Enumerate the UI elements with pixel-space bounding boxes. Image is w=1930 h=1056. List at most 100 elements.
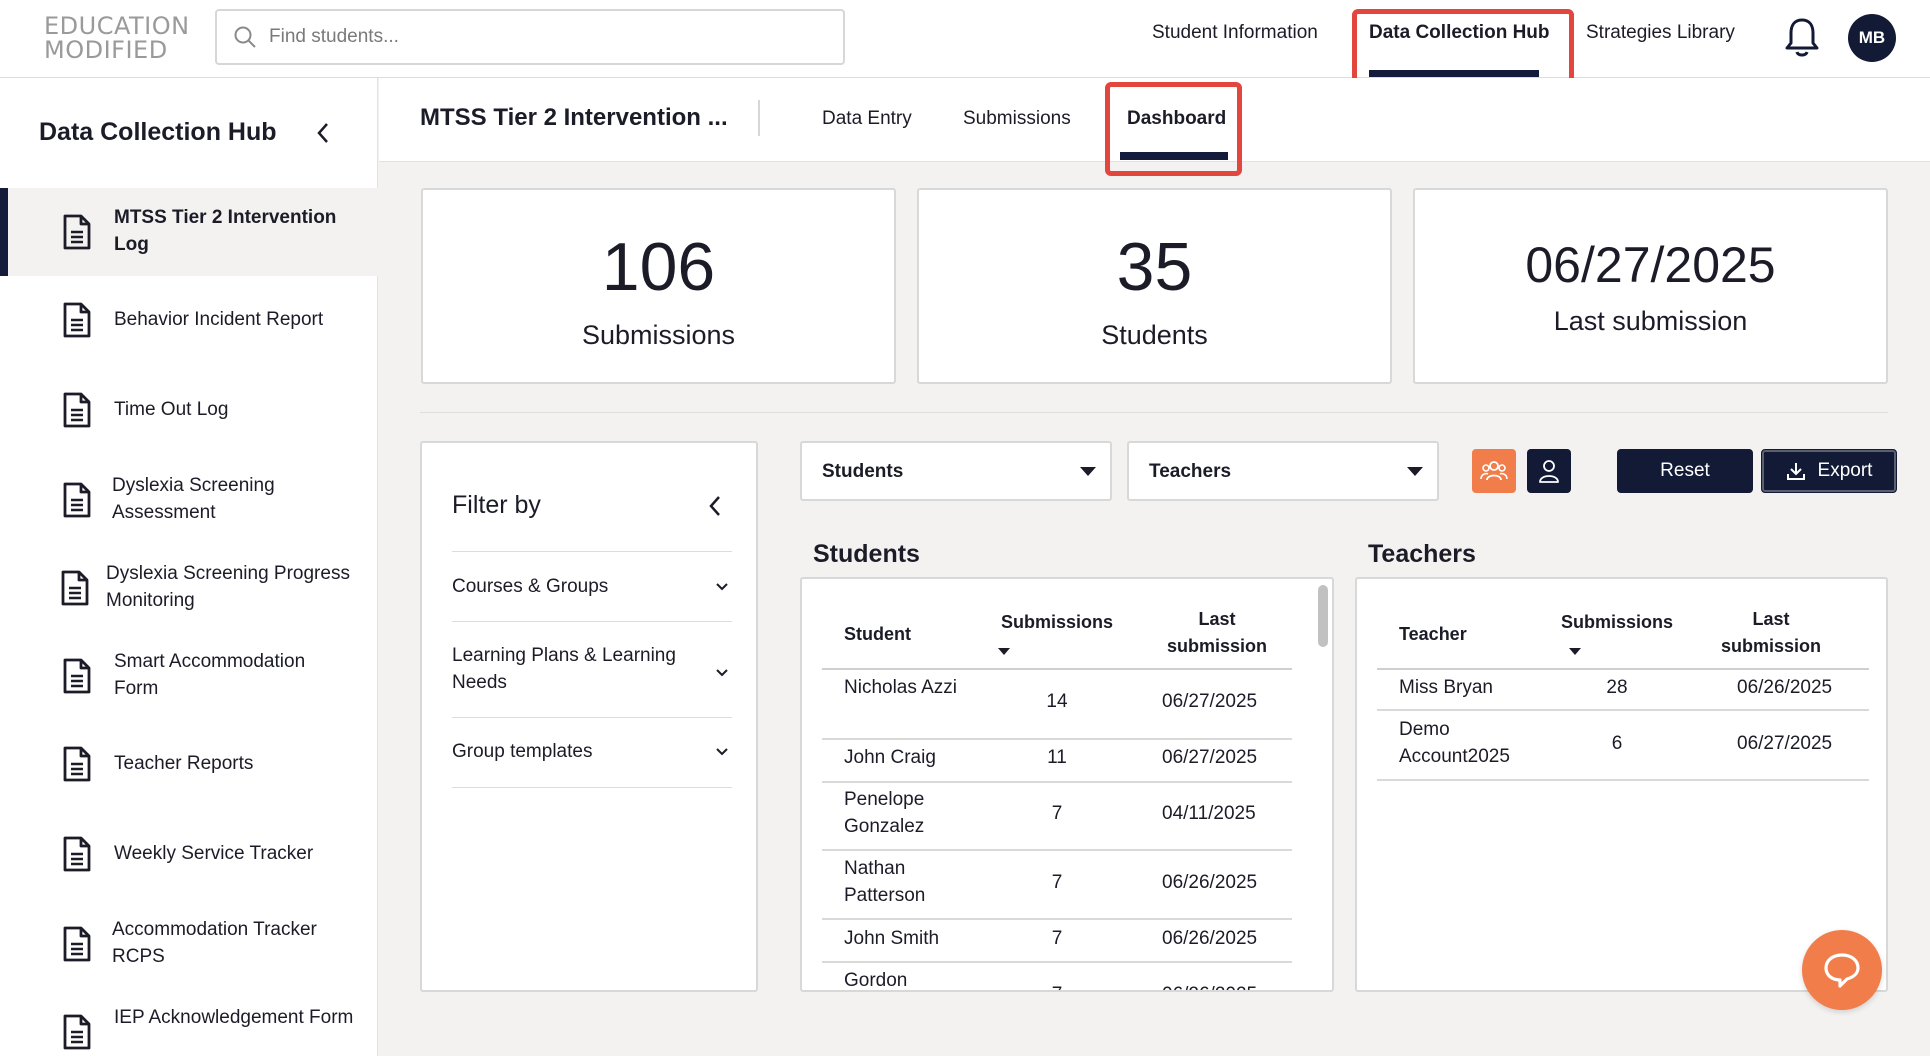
sort-caret-icon bbox=[998, 643, 1010, 661]
stat-card-submissions: 106 Submissions bbox=[421, 188, 896, 384]
teacher-name: Demo Account2025 bbox=[1399, 719, 1510, 767]
sidebar-item-smart-accommodation-form[interactable]: Smart Accommodation Form bbox=[0, 628, 378, 716]
export-button[interactable]: Export bbox=[1761, 449, 1897, 493]
tab-dashboard[interactable]: Dashboard bbox=[1127, 108, 1226, 130]
chat-bubble-icon bbox=[1824, 953, 1860, 988]
sidebar-item-label: Dyslexia Screening Progress Monitoring bbox=[106, 563, 350, 611]
document-icon bbox=[63, 746, 91, 782]
sidebar-item-label: Behavior Incident Report bbox=[114, 309, 324, 330]
sidebar-item-time-out-log[interactable]: Time Out Log bbox=[0, 364, 378, 452]
column-header-submissions[interactable]: Submissions bbox=[1552, 609, 1682, 636]
document-icon bbox=[61, 570, 89, 606]
stat-caption: Submissions bbox=[581, 320, 736, 350]
sidebar-item-label: IEP Acknowledgement Form bbox=[114, 1007, 354, 1028]
student-last-submission: 06/27/2025 bbox=[1162, 691, 1258, 712]
nav-strategies-library[interactable]: Strategies Library bbox=[1586, 0, 1735, 78]
reset-button[interactable]: Reset bbox=[1617, 449, 1753, 493]
student-name: Nicholas Azzi bbox=[844, 677, 957, 698]
column-header-submissions[interactable]: Submissions bbox=[992, 609, 1122, 636]
column-header-last-submission[interactable]: Last submission bbox=[1152, 606, 1282, 660]
filter-learning-plans[interactable]: Learning Plans & Learning Needs bbox=[452, 642, 682, 696]
bell-icon[interactable] bbox=[1783, 16, 1821, 58]
sidebar-item-weekly-service-tracker[interactable]: Weekly Service Tracker bbox=[0, 804, 378, 892]
search-icon bbox=[234, 26, 256, 48]
chevron-down-icon[interactable] bbox=[714, 668, 730, 678]
sort-caret-icon bbox=[1569, 643, 1581, 661]
teacher-last-submission: 06/27/2025 bbox=[1737, 733, 1833, 754]
sidebar-title: Data Collection Hub bbox=[39, 118, 277, 146]
student-submissions: 11 bbox=[1047, 747, 1067, 768]
column-header-student[interactable]: Student bbox=[844, 621, 911, 648]
filter-group-templates[interactable]: Group templates bbox=[452, 738, 732, 765]
teachers-dropdown[interactable]: Teachers bbox=[1127, 441, 1439, 501]
students-dropdown[interactable]: Students bbox=[800, 441, 1112, 501]
student-submissions: 7 bbox=[1051, 803, 1063, 824]
student-name: Nathan Patterson bbox=[844, 858, 926, 906]
document-icon bbox=[63, 302, 91, 338]
student-last-submission: 04/11/2025 bbox=[1162, 803, 1256, 824]
group-view-button[interactable] bbox=[1472, 449, 1516, 493]
help-chat-button[interactable] bbox=[1802, 930, 1882, 1010]
education-modified-logo[interactable]: EDUCATION MODIFIED bbox=[36, 14, 189, 62]
document-icon bbox=[63, 836, 91, 872]
teacher-submissions: 6 bbox=[1611, 733, 1623, 754]
filter-divider bbox=[452, 717, 732, 718]
filter-panel: Filter by Courses & Groups Learning Plan… bbox=[420, 441, 758, 992]
stat-card-last-submission: 06/27/2025 Last submission bbox=[1413, 188, 1888, 384]
student-search[interactable] bbox=[215, 9, 845, 65]
export-label: Export bbox=[1817, 460, 1873, 481]
document-icon bbox=[63, 1014, 91, 1050]
chevron-down-icon bbox=[716, 583, 728, 591]
student-name: Gordon bbox=[844, 970, 908, 991]
active-tab-underline bbox=[1120, 152, 1228, 160]
student-name: John Smith bbox=[844, 928, 940, 949]
chevron-left-icon[interactable] bbox=[312, 120, 334, 146]
filter-label: Learning Plans & Learning Needs bbox=[452, 645, 676, 693]
stat-caption: Students bbox=[1101, 320, 1208, 350]
active-nav-underline bbox=[1369, 70, 1539, 77]
chevron-down-icon bbox=[716, 748, 728, 756]
chevron-left-icon[interactable] bbox=[706, 493, 724, 519]
nav-student-information[interactable]: Student Information bbox=[1152, 0, 1318, 78]
stat-value: 06/27/2025 bbox=[1525, 237, 1776, 293]
row-divider bbox=[1377, 709, 1869, 711]
teacher-submissions: 28 bbox=[1606, 677, 1628, 698]
student-last-submission: 06/26/2025 bbox=[1162, 928, 1258, 949]
students-table-scrollbar[interactable] bbox=[1318, 585, 1328, 647]
form-header-bar: MTSS Tier 2 Intervention ... Data Entry … bbox=[379, 78, 1930, 176]
search-input[interactable] bbox=[269, 26, 829, 48]
row-divider bbox=[1377, 779, 1869, 781]
sidebar-item-accommodation-tracker-rcps[interactable]: Accommodation Tracker RCPS bbox=[0, 892, 378, 980]
column-header-teacher[interactable]: Teacher bbox=[1399, 621, 1467, 648]
students-table: Student Submissions Last submission Nich… bbox=[800, 577, 1334, 992]
nav-data-collection-hub[interactable]: Data Collection Hub bbox=[1369, 0, 1550, 78]
filter-courses-groups[interactable]: Courses & Groups bbox=[452, 573, 732, 600]
row-divider bbox=[822, 781, 1292, 783]
caret-down-icon bbox=[1080, 467, 1096, 476]
sidebar-item-dyslexia-screening-progress-monitoring[interactable]: Dyslexia Screening Progress Monitoring bbox=[0, 540, 378, 628]
row-divider bbox=[822, 738, 1292, 740]
column-header-label: Submissions bbox=[1560, 612, 1674, 632]
column-header-label: Submissions bbox=[1000, 612, 1114, 632]
group-users-icon bbox=[1480, 461, 1508, 481]
sidebar-item-behavior-incident-report[interactable]: Behavior Incident Report bbox=[0, 276, 378, 364]
individual-view-button[interactable] bbox=[1527, 449, 1571, 493]
dropdown-label: Teachers bbox=[1149, 461, 1232, 482]
sidebar-item-mtss-tier-2-intervention-log[interactable]: MTSS Tier 2 Intervention Log bbox=[0, 188, 378, 276]
stat-value: 35 bbox=[1116, 229, 1193, 305]
sidebar-item-teacher-reports[interactable]: Teacher Reports bbox=[0, 716, 378, 804]
document-icon bbox=[63, 214, 91, 250]
filter-divider bbox=[452, 621, 732, 622]
sidebar-item-dyslexia-screening-assessment[interactable]: Dyslexia Screening Assessment bbox=[0, 452, 378, 540]
tab-data-entry[interactable]: Data Entry bbox=[822, 108, 912, 130]
sidebar-item-iep-acknowledgement-form[interactable]: IEP Acknowledgement Form bbox=[0, 980, 378, 1056]
filter-label: Courses & Groups bbox=[452, 576, 609, 597]
column-header-last-submission[interactable]: Last submission bbox=[1706, 606, 1836, 660]
sidebar-item-label: Time Out Log bbox=[114, 399, 229, 420]
row-divider bbox=[822, 961, 1292, 963]
student-last-submission: 06/26/2025 bbox=[1162, 872, 1258, 893]
tab-submissions[interactable]: Submissions bbox=[963, 108, 1071, 130]
user-avatar[interactable]: MB bbox=[1848, 14, 1896, 62]
student-submissions: 14 bbox=[1046, 691, 1068, 712]
student-submissions: 7 bbox=[1012, 981, 1102, 990]
